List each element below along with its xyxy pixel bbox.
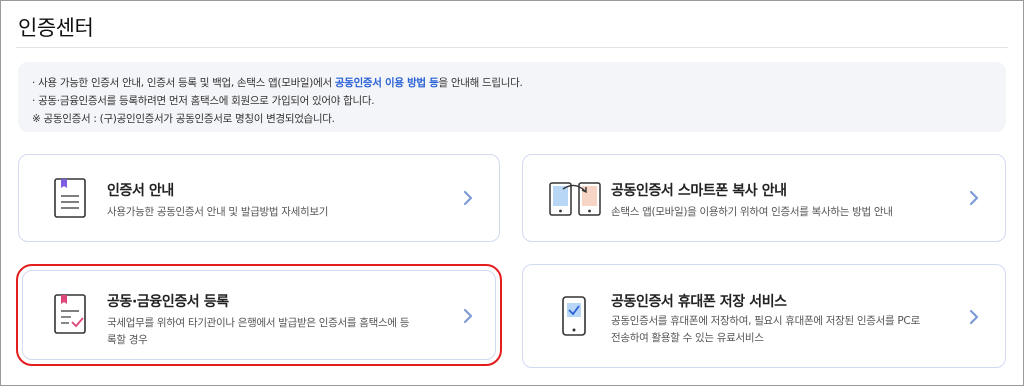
chevron-right-icon [969,190,979,206]
card-title: 공동인증서 스마트폰 복사 안내 [611,183,787,199]
page-title: 인증센터 [18,16,94,40]
card-description: 손택스 앱(모바일)을 이용하기 위하여 인증서를 복사하는 방법 안내 [611,206,893,218]
card-description: 사용가능한 공동인증서 안내 및 발급방법 자세히보기 [107,206,329,218]
card-title: 공동인증서 휴대폰 저장 서비스 [611,294,787,310]
card-certificate-guide[interactable]: 인증서 안내 사용가능한 공동인증서 안내 및 발급방법 자세히보기 [18,154,500,242]
card-certificate-register[interactable]: 공동·금융인증서 등록 국세업무를 위하여 타기관이나 은행에서 발급받은 인증… [16,264,502,366]
phone-copy-icon [549,182,601,216]
card-title: 공동·금융인증서 등록 [107,294,229,310]
chevron-right-icon [463,308,473,324]
certificate-document-icon [54,178,86,218]
card-description: 국세업무를 위하여 타기관이나 은행에서 발급받은 인증서를 홈택스에 등록할 … [107,317,410,346]
notice-box: · 사용 가능한 인증서 안내, 인증서 등록 및 백업, 손택스 앱(모바일)… [18,62,1006,132]
chevron-right-icon [463,190,473,206]
notice-line-1: · 사용 가능한 인증서 안내, 인증서 등록 및 백업, 손택스 앱(모바일)… [32,77,523,89]
card-description: 공동인증서를 휴대폰에 저장하여, 필요시 휴대폰에 저장된 인증서를 PC로 … [611,315,920,344]
notice-highlight: 공동인증서 이용 방법 등 [334,77,439,89]
title-divider [16,47,1008,48]
card-phone-storage[interactable]: 공동인증서 휴대폰 저장 서비스 공동인증서를 휴대폰에 저장하여, 필요시 휴… [522,264,1006,368]
card-title: 인증서 안내 [107,183,174,199]
notice-line-3: ※ 공동인증서 : (구)공인인증서가 공동인증서로 명칭이 변경되었습니다. [32,113,335,125]
certificate-register-icon [54,294,86,334]
notice-line-2: · 공동·금융인증서를 등록하려면 먼저 홈택스에 회원으로 가입되어 있어야 … [32,95,375,107]
phone-storage-icon [562,296,586,336]
chevron-right-icon [969,309,979,325]
card-smartphone-copy[interactable]: 공동인증서 스마트폰 복사 안내 손택스 앱(모바일)을 이용하기 위하여 인증… [522,154,1006,242]
